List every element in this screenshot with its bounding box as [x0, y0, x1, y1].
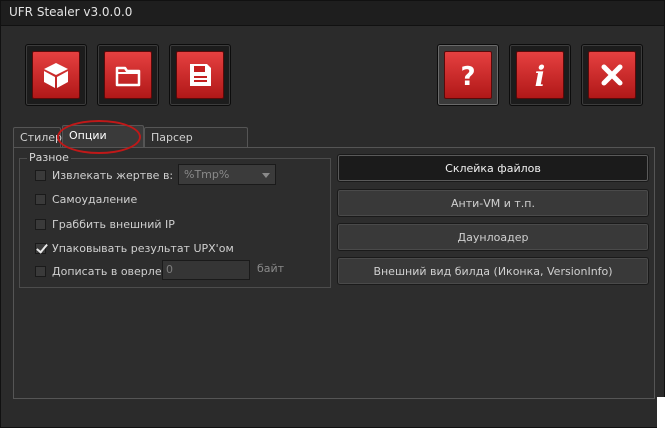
tab-report-parser[interactable]: Парсер отчетов: [144, 127, 248, 164]
background-corner: [657, 397, 667, 430]
save-button[interactable]: [169, 44, 231, 106]
cube-icon: [44, 63, 68, 88]
exit-button[interactable]: [581, 44, 643, 106]
downloader-button[interactable]: Даунлоадер: [337, 223, 649, 251]
file-binder-button[interactable]: Склейка файлов: [337, 154, 649, 182]
upx-checkbox[interactable]: [35, 242, 46, 254]
option-upx: Упаковывать результат UPX'ом: [35, 240, 234, 256]
grab-ip-checkbox[interactable]: [35, 218, 46, 230]
extract-checkbox[interactable]: [35, 169, 46, 181]
misc-group-title: Разное: [27, 151, 71, 164]
svg-text:i: i: [535, 60, 546, 90]
anti-vm-button[interactable]: Анти-VM и т.п.: [337, 189, 649, 217]
question-icon: ?: [460, 62, 475, 90]
info-button[interactable]: i: [509, 44, 571, 106]
build-appearance-button[interactable]: Внешний вид билда (Иконка, VersionInfo): [337, 257, 649, 285]
option-overlay: Дописать в оверлей: [35, 263, 169, 279]
option-grab-ip: Граббить внешний IP: [35, 216, 175, 232]
info-icon: i: [535, 60, 546, 90]
upx-label: Упаковывать результат UPX'ом: [52, 241, 234, 255]
extract-location-value: %Tmp%: [184, 168, 230, 181]
title-bar: UFR Stealer v3.0.0.0: [1, 1, 664, 26]
overlay-unit-label: байт: [257, 262, 285, 275]
open-folder-button[interactable]: [97, 44, 159, 106]
close-icon: [601, 64, 623, 86]
window-title: UFR Stealer v3.0.0.0: [9, 5, 133, 19]
app-window: UFR Stealer v3.0.0.0 ? i Стилер Опции Па…: [0, 0, 665, 428]
folder-icon: [115, 66, 141, 87]
tab-stealer[interactable]: Стилер: [13, 127, 62, 147]
self-delete-checkbox[interactable]: [35, 193, 46, 205]
option-self-delete: Самоудаление: [35, 191, 137, 207]
save-icon: [190, 64, 211, 86]
extract-label: Извлекать жертве в:: [52, 168, 174, 182]
tab-build-options[interactable]: Опции билда: [62, 125, 144, 162]
overlay-size-input[interactable]: 0: [162, 260, 250, 280]
open-project-button[interactable]: [25, 44, 87, 106]
overlay-checkbox[interactable]: [35, 265, 46, 277]
grab-ip-label: Граббить внешний IP: [52, 217, 175, 231]
overlay-label: Дописать в оверлей: [52, 264, 169, 278]
chevron-down-icon: [262, 173, 270, 178]
self-delete-label: Самоудаление: [52, 192, 138, 206]
svg-text:?: ?: [460, 62, 475, 90]
option-extract: Извлекать жертве в:: [35, 167, 173, 183]
help-button[interactable]: ?: [437, 44, 499, 106]
extract-location-select[interactable]: %Tmp%: [178, 164, 276, 185]
